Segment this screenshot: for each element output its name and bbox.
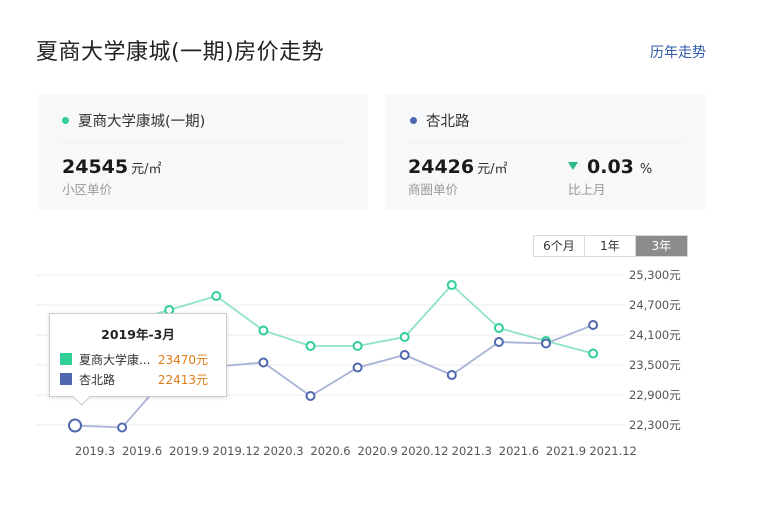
x-tick-label: 2020.6 [310, 444, 350, 458]
x-tick-label: 2019.3 [75, 444, 115, 458]
x-tick-label: 2020.9 [357, 444, 397, 458]
road-data-point [493, 337, 504, 347]
y-tick-label: 25,300元 [629, 268, 681, 282]
community-swatch-icon [60, 353, 72, 365]
community-data-point [211, 291, 222, 301]
x-tick-label: 2020.12 [401, 444, 449, 458]
x-tick-label: 2021.3 [452, 444, 492, 458]
tooltip-row-road: 杏北路 22413元 [60, 371, 208, 387]
road-data-point [399, 350, 410, 360]
y-tick-label: 22,300元 [629, 418, 681, 432]
community-data-point [399, 332, 410, 342]
y-tick-label: 24,700元 [629, 298, 681, 312]
price-trend-chart: 25,300元 24,700元 24,100元 23,500元 22,900元 22,30… [36, 268, 681, 458]
y-tick-label: 22,900元 [629, 388, 681, 402]
road-data-point [117, 422, 128, 433]
road-data-point [446, 370, 457, 380]
x-tick-label: 2019.9 [169, 444, 209, 458]
tooltip-community-value: 23470元 [157, 352, 208, 367]
y-tick-label: 23,500元 [629, 358, 681, 372]
road-data-point [68, 418, 82, 433]
tooltip-title: 2019年-3月 [101, 327, 175, 342]
tooltip-community-name: 夏商大学康... [79, 352, 151, 367]
community-data-point [258, 325, 269, 336]
community-data-point [493, 323, 504, 333]
road-data-point [258, 357, 269, 368]
road-data-point [588, 320, 599, 330]
tooltip-row-community: 夏商大学康... 23470元 [60, 351, 208, 367]
road-data-point [352, 362, 363, 373]
x-tick-label: 2019.6 [122, 444, 162, 458]
chart-tooltip: 2019年-3月 夏商大学康... 23470元 杏北路 22413元 [49, 313, 227, 397]
road-swatch-icon [60, 373, 72, 385]
x-tick-label: 2019.12 [213, 444, 261, 458]
x-tick-label: 2021.12 [589, 444, 637, 458]
x-tick-label: 2021.6 [499, 444, 539, 458]
road-data-point [541, 338, 551, 349]
community-data-point [305, 341, 316, 351]
community-data-point [352, 341, 363, 351]
tooltip-road-name: 杏北路 [79, 372, 116, 387]
x-tick-label: 2020.3 [263, 444, 303, 458]
tooltip-road-value: 22413元 [157, 372, 208, 387]
y-tick-label: 24,100元 [629, 328, 681, 342]
community-data-point [446, 280, 457, 290]
community-data-point [588, 348, 599, 359]
x-tick-label: 2021.9 [546, 444, 586, 458]
road-data-point [305, 391, 316, 401]
